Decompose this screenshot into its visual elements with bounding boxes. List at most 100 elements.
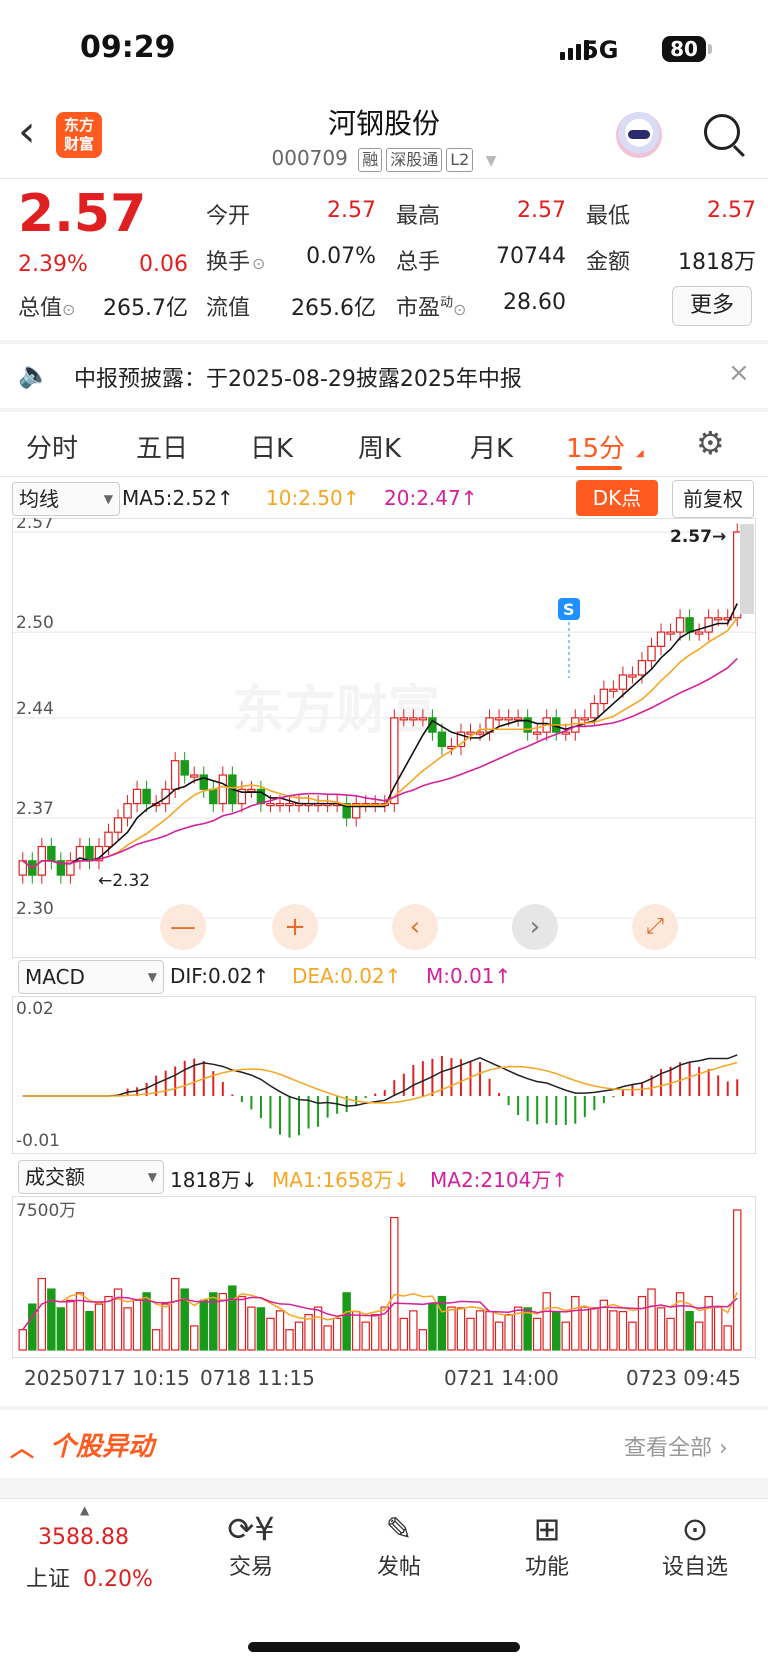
candle-body (656, 631, 666, 647)
volume-bar (256, 1307, 266, 1351)
volume-bar (56, 1307, 66, 1351)
y-tick-label: 2.37 (16, 799, 54, 819)
index-ticker[interactable]: 上证 0.20% (26, 1561, 153, 1593)
volume-bar (390, 1216, 399, 1351)
notice-text: 中报预披露：于2025-08-29披露2025年中报 (74, 367, 522, 392)
zoom-in-button[interactable]: + (272, 904, 318, 950)
tab-intraday[interactable]: 分时 (26, 428, 78, 465)
candle-body (247, 788, 256, 792)
volume-chart[interactable]: 7500万 (12, 1196, 756, 1358)
scroll-left-button[interactable]: ‹ (392, 904, 438, 950)
scroll-right-button[interactable]: › (512, 904, 558, 950)
tab-divider (0, 476, 768, 477)
change-percent: 2.39% (18, 252, 88, 277)
nav-trade-label: 交易 (228, 1555, 273, 1580)
volume-bar (199, 1299, 208, 1351)
volume-bar (342, 1292, 351, 1351)
volume-bar (447, 1306, 456, 1351)
info-icon[interactable]: ⊙ (252, 254, 265, 273)
candle-body (513, 717, 523, 721)
search-icon[interactable] (704, 114, 740, 150)
volume-bar (218, 1292, 228, 1351)
zoom-out-button[interactable]: — (160, 904, 206, 950)
volume-select[interactable]: 成交额 ▼ (18, 1160, 164, 1194)
volume-bar (66, 1299, 75, 1351)
fullscreen-icon[interactable]: ⤢ (632, 904, 678, 950)
volume-bar (266, 1317, 275, 1351)
dk-point-button[interactable]: DK点 (576, 480, 658, 516)
candle-body (113, 817, 123, 833)
indicator-select[interactable]: 均线 ▼ (12, 482, 120, 516)
tab-month-k[interactable]: 月K (470, 428, 513, 465)
ma10-label: 10:2.50↑ (266, 486, 360, 510)
assistant-avatar-icon[interactable] (616, 112, 662, 158)
label-open: 今开 (206, 204, 251, 229)
tab-day-k[interactable]: 日K (250, 428, 293, 465)
info-icon[interactable]: ⊙ (453, 300, 466, 319)
view-all-link[interactable]: 查看全部 › (624, 1430, 728, 1462)
nav-functions-label: 功能 (524, 1555, 569, 1580)
nav-trade[interactable]: ⟳¥ 交易 (206, 1509, 296, 1581)
volume-bar (161, 1303, 170, 1351)
macd-select[interactable]: MACD ▼ (18, 960, 164, 994)
last-price-label: 2.57→ (670, 527, 726, 547)
tag-margin: 融 (358, 148, 383, 172)
macd-y-tick: -0.01 (16, 1131, 60, 1151)
info-icon[interactable]: ⊙ (62, 300, 75, 319)
candle-body (713, 617, 723, 621)
index-value: 3588.88 (38, 1525, 129, 1550)
label-low: 最低 (586, 204, 631, 229)
y-tick-label: 2.50 (16, 613, 54, 633)
label-high: 最高 (396, 204, 441, 229)
candle-body (694, 631, 704, 635)
adjust-button[interactable]: 前复权 (672, 480, 754, 518)
volume-bar (685, 1311, 694, 1351)
volume-value: 1818万↓ (170, 1168, 258, 1192)
macd-chart[interactable]: 0.02 -0.01 (12, 996, 756, 1154)
more-button[interactable]: 更多 (672, 286, 752, 326)
close-icon[interactable]: × (728, 358, 750, 388)
tab-five-day[interactable]: 五日 (136, 428, 188, 465)
gear-icon[interactable]: ⚙ (696, 424, 725, 462)
candle-body (532, 731, 542, 735)
macd-dea: DEA:0.02↑ (292, 964, 402, 988)
scroll-indicator (740, 524, 754, 614)
candle-body (590, 702, 599, 719)
nav-post-label: 发帖 (376, 1555, 421, 1580)
header-divider (0, 178, 768, 179)
network-label: 5G (582, 36, 619, 64)
index-name: 上证 (26, 1567, 71, 1592)
label-total-cap-text: 总值 (18, 296, 63, 321)
label-amount: 金额 (586, 250, 631, 275)
kline-chart[interactable]: 2.57 2.50 2.44 2.37 2.30 东方财富 2.57→ ←2.32 S (12, 518, 756, 958)
volume-bar (552, 1311, 561, 1351)
value-volume: 70744 (496, 244, 566, 269)
candle-body (266, 803, 275, 807)
chevron-up-icon[interactable]: ︿ (10, 1428, 34, 1463)
candle-body (504, 717, 513, 721)
candle-body (475, 731, 485, 735)
tab-15min[interactable]: 15分 (566, 428, 625, 465)
volume-bar (466, 1317, 475, 1351)
change-value: 0.06 (139, 252, 188, 277)
notice-bar[interactable]: 🔈 中报预披露：于2025-08-29披露2025年中报 × (0, 344, 768, 408)
label-pe-sup: 动 (440, 295, 454, 311)
volume-bar (247, 1306, 256, 1351)
volume-bar (542, 1292, 551, 1351)
label-float-cap: 流值 (206, 296, 251, 321)
value-turnover: 0.07% (306, 244, 376, 269)
volume-ma2: MA2:2104万↑ (430, 1168, 569, 1192)
macd-m: M:0.01↑ (426, 964, 512, 988)
status-time: 09:29 (80, 30, 176, 65)
nav-watchlist[interactable]: ⊙ 设自选 (650, 1509, 740, 1581)
volume-bar (694, 1321, 704, 1351)
volume-bar (361, 1321, 370, 1351)
nav-post[interactable]: ✎ 发帖 (354, 1509, 444, 1581)
label-volume: 总手 (396, 250, 441, 275)
volume-bar (628, 1321, 637, 1351)
nav-watchlist-label: 设自选 (661, 1555, 728, 1580)
nav-functions[interactable]: ⊞ 功能 (502, 1509, 592, 1581)
tab-week-k[interactable]: 周K (358, 428, 401, 465)
volume-bar (523, 1307, 532, 1351)
volume-bar (485, 1311, 494, 1351)
